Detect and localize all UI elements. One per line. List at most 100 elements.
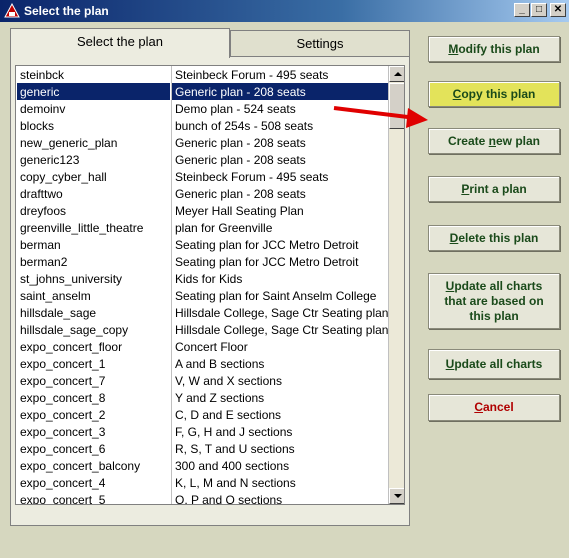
plan-row[interactable]: expo_concert_8 Y and Z sections bbox=[16, 389, 389, 406]
create-plan-button[interactable]: Create new plan bbox=[428, 128, 560, 154]
plan-description: Meyer Hall Seating Plan bbox=[171, 202, 391, 219]
button-label: Update all charts that are based on this… bbox=[444, 278, 544, 323]
plan-name: hillsdale_sage_copy bbox=[20, 323, 129, 337]
delete-plan-button[interactable]: Delete this plan bbox=[428, 225, 560, 251]
tab-select-plan[interactable]: Select the plan bbox=[10, 28, 230, 58]
plan-row[interactable]: dreyfoos Meyer Hall Seating Plan bbox=[16, 202, 389, 219]
plan-row[interactable]: expo_concert_balcony 300 and 400 sections bbox=[16, 457, 389, 474]
vertical-scrollbar[interactable] bbox=[388, 66, 404, 504]
plan-description: Generic plan - 208 seats bbox=[171, 151, 391, 168]
plan-name: dreyfoos bbox=[20, 204, 67, 218]
plan-name: expo_concert_2 bbox=[20, 408, 106, 422]
window-title: Select the plan bbox=[24, 4, 109, 18]
plan-description: plan for Greenville bbox=[171, 219, 391, 236]
plan-description: Seating plan for JCC Metro Detroit bbox=[171, 253, 391, 270]
plan-name: drafttwo bbox=[20, 187, 63, 201]
plan-name: steinbck bbox=[20, 68, 65, 82]
plan-row[interactable]: new_generic_plan Generic plan - 208 seats bbox=[16, 134, 389, 151]
plan-description: K, L, M and N sections bbox=[171, 474, 391, 491]
scroll-down-button[interactable] bbox=[389, 488, 404, 504]
plan-description: F, G, H and J sections bbox=[171, 423, 391, 440]
plan-row[interactable]: berman2 Seating plan for JCC Metro Detroi… bbox=[16, 253, 389, 270]
plan-name: copy_cyber_hall bbox=[20, 170, 107, 184]
title-bar: Select the plan _ □ ✕ bbox=[0, 0, 569, 22]
print-plan-button[interactable]: Print a plan bbox=[428, 176, 560, 202]
button-label: Modify this plan bbox=[448, 41, 540, 56]
cancel-button[interactable]: Cancel bbox=[428, 394, 560, 421]
pointer-arrow-icon bbox=[333, 106, 428, 128]
plan-name: expo_concert_5 bbox=[20, 493, 106, 505]
plan-description: Y and Z sections bbox=[171, 389, 391, 406]
button-label: Create new plan bbox=[447, 133, 541, 148]
plan-row[interactable]: drafttwo Generic plan - 208 seats bbox=[16, 185, 389, 202]
plan-description: Generic plan - 208 seats bbox=[171, 185, 391, 202]
plan-description: Kids for Kids bbox=[171, 270, 391, 287]
plan-description: O, P and Q sections bbox=[171, 491, 391, 504]
update-based-charts-button[interactable]: Update all charts that are based on this… bbox=[428, 273, 560, 329]
plan-row[interactable]: hillsdale_sage_copy Hillsdale College, Sa… bbox=[16, 321, 389, 338]
dialog-body: Select the plan Settings steinbck Steinbe… bbox=[0, 22, 569, 558]
plan-row[interactable]: copy_cyber_hall Steinbeck Forum - 495 sea… bbox=[16, 168, 389, 185]
arrow-up-icon bbox=[394, 72, 402, 76]
plan-row[interactable]: berman Seating plan for JCC Metro Detroit bbox=[16, 236, 389, 253]
button-label: Cancel bbox=[474, 400, 514, 414]
button-label: Copy this plan bbox=[452, 86, 536, 101]
plan-row[interactable]: generic123 Generic plan - 208 seats bbox=[16, 151, 389, 168]
plan-row[interactable]: expo_concert_6 R, S, T and U sections bbox=[16, 440, 389, 457]
plan-row[interactable]: expo_concert_5 O, P and Q sections bbox=[16, 491, 391, 505]
plan-name: expo_concert_4 bbox=[20, 476, 106, 490]
minimize-button[interactable]: _ bbox=[514, 3, 530, 17]
plan-row[interactable]: expo_concert_1 A and B sections bbox=[16, 355, 389, 372]
plan-description: Hillsdale College, Sage Ctr Seating plan bbox=[171, 304, 391, 321]
modify-plan-button[interactable]: Modify this plan bbox=[428, 36, 560, 62]
plan-name: saint_anselm bbox=[20, 289, 91, 303]
plan-row[interactable]: expo_concert_floor Concert Floor bbox=[16, 338, 389, 355]
plan-description: Concert Floor bbox=[171, 338, 391, 355]
plan-row[interactable]: expo_concert_2 C, D and E sections bbox=[16, 406, 389, 423]
plan-name: st_johns_university bbox=[20, 272, 123, 286]
arrow-down-icon bbox=[394, 494, 402, 498]
plan-description: Hillsdale College, Sage Ctr Seating plan bbox=[171, 321, 391, 338]
plan-row[interactable]: expo_concert_3 F, G, H and J sections bbox=[16, 423, 389, 440]
close-button[interactable]: ✕ bbox=[550, 3, 566, 17]
copy-plan-button[interactable]: Copy this plan bbox=[428, 81, 560, 107]
plan-name: expo_concert_balcony bbox=[20, 459, 141, 473]
plan-name: expo_concert_floor bbox=[20, 340, 123, 354]
plan-row[interactable]: saint_anselm Seating plan for Saint Ansel… bbox=[16, 287, 389, 304]
plan-name: expo_concert_3 bbox=[20, 425, 106, 439]
plan-row[interactable]: st_johns_university Kids for Kids bbox=[16, 270, 389, 287]
button-label: Print a plan bbox=[461, 181, 527, 196]
plan-description: 300 and 400 sections bbox=[171, 457, 391, 474]
plan-list[interactable]: steinbck Steinbeck Forum - 495 seats gener… bbox=[15, 65, 405, 505]
plan-row[interactable]: generic Generic plan - 208 seats bbox=[16, 83, 391, 100]
plan-description: Steinbeck Forum - 495 seats bbox=[171, 168, 391, 185]
plan-description: A and B sections bbox=[171, 355, 391, 372]
tab-panel: Select the plan Settings steinbck Steinbe… bbox=[6, 28, 412, 527]
plan-description: Seating plan for Saint Anselm College bbox=[171, 287, 391, 304]
plan-name: greenville_little_theatre bbox=[20, 221, 144, 235]
tab-settings[interactable]: Settings bbox=[230, 30, 410, 58]
plan-name: hillsdale_sage bbox=[20, 306, 97, 320]
scroll-up-button[interactable] bbox=[389, 66, 404, 82]
plan-name: berman2 bbox=[20, 255, 68, 269]
plan-name: generic123 bbox=[20, 153, 80, 167]
plan-row[interactable]: hillsdale_sage Hillsdale College, Sage Ct… bbox=[16, 304, 389, 321]
plan-description: Generic plan - 208 seats bbox=[171, 83, 391, 100]
plan-row[interactable]: steinbck Steinbeck Forum - 495 seats bbox=[16, 66, 389, 83]
plan-name: new_generic_plan bbox=[20, 136, 118, 150]
update-all-charts-button[interactable]: Update all charts bbox=[428, 349, 560, 379]
plan-name: generic bbox=[17, 83, 170, 100]
button-label: Update all charts bbox=[445, 356, 543, 371]
plan-description: V, W and X sections bbox=[171, 372, 391, 389]
plan-description: Steinbeck Forum - 495 seats bbox=[171, 66, 391, 83]
plan-name: berman bbox=[20, 238, 61, 252]
plan-row[interactable]: greenville_little_theatre plan for Greenv… bbox=[16, 219, 389, 236]
plan-row[interactable]: expo_concert_7 V, W and X sections bbox=[16, 372, 389, 389]
maximize-button[interactable]: □ bbox=[531, 3, 547, 17]
plan-name: expo_concert_6 bbox=[20, 442, 106, 456]
plan-description: C, D and E sections bbox=[171, 406, 391, 423]
plan-name: expo_concert_8 bbox=[20, 391, 106, 405]
plan-row[interactable]: expo_concert_4 K, L, M and N sections bbox=[16, 474, 389, 491]
plan-name: demoinv bbox=[20, 102, 66, 116]
plan-description: Generic plan - 208 seats bbox=[171, 134, 391, 151]
